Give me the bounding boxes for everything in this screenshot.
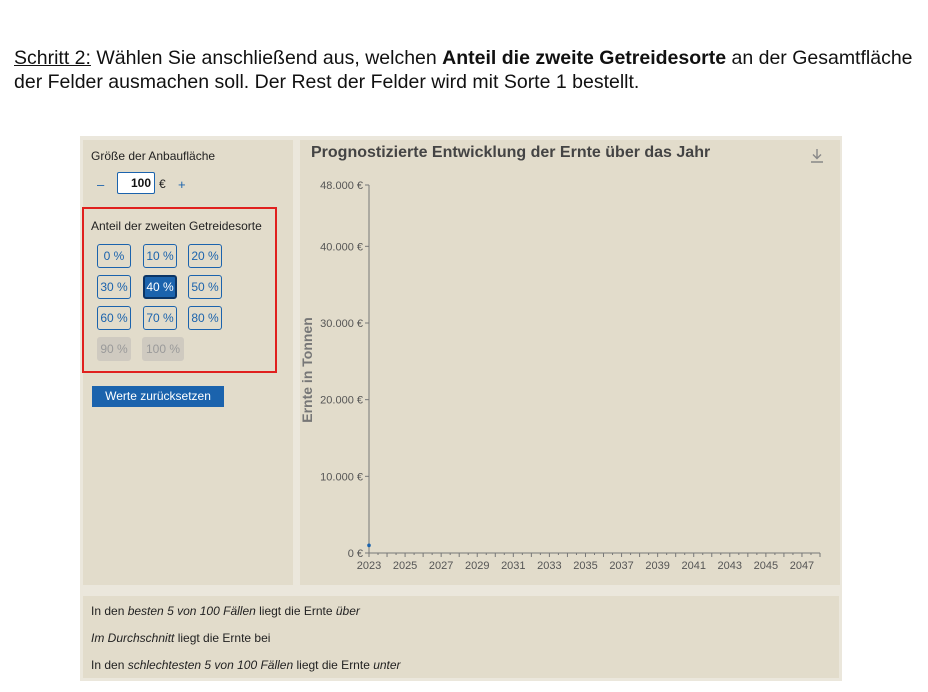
instruction-part-1: Wählen Sie anschließend aus, welchen	[90, 47, 443, 69]
chart-title: Prognostizierte Entwicklung der Ernte üb…	[311, 144, 711, 161]
step-label: Schritt 2:	[14, 47, 91, 69]
summary-worst: In den schlechtesten 5 von 100 Fällen li…	[91, 658, 401, 672]
share-button-90: 90 %	[97, 337, 131, 361]
area-size-unit: €	[159, 177, 166, 191]
share-button-80[interactable]: 80 %	[188, 306, 222, 330]
summary-average: Im Durchschnitt liegt die Ernte bei	[91, 631, 271, 645]
chart-panel	[300, 140, 840, 585]
share-button-70[interactable]: 70 %	[143, 306, 177, 330]
area-size-label: Größe der Anbaufläche	[91, 149, 216, 163]
share-label: Anteil der zweiten Getreidesorte	[91, 219, 262, 233]
instruction-bold: Anteil die zweite Getreidesorte	[442, 47, 727, 69]
share-button-100: 100 %	[142, 337, 184, 361]
decrease-button[interactable]: –	[97, 177, 104, 192]
share-button-0[interactable]: 0 %	[97, 244, 131, 268]
download-icon[interactable]	[808, 147, 826, 165]
share-button-30[interactable]: 30 %	[97, 275, 131, 299]
share-button-10[interactable]: 10 %	[143, 244, 177, 268]
share-button-40[interactable]: 40 %	[143, 275, 177, 299]
increase-button[interactable]: +	[178, 177, 186, 192]
share-button-20[interactable]: 20 %	[188, 244, 222, 268]
reset-button[interactable]: Werte zurücksetzen	[92, 386, 224, 407]
summary-best: In den besten 5 von 100 Fällen liegt die…	[91, 604, 360, 618]
share-button-50[interactable]: 50 %	[188, 275, 222, 299]
instruction-text: Schritt 2: Wählen Sie anschließend aus, …	[14, 46, 914, 94]
share-button-60[interactable]: 60 %	[97, 306, 131, 330]
area-size-input[interactable]: 100	[117, 172, 155, 194]
